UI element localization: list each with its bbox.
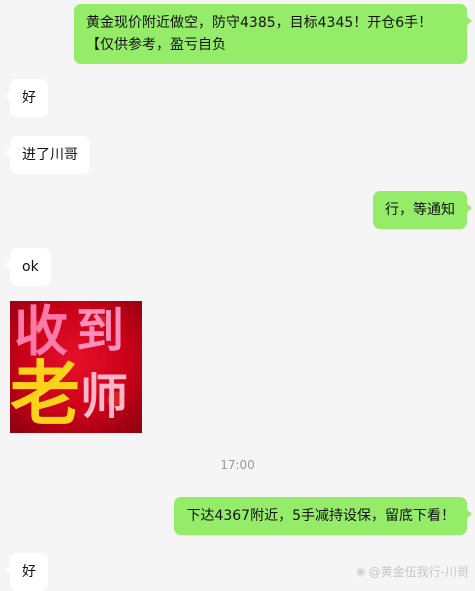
message-text: 下达4367附近，5手减持设保，留底下看！ (186, 508, 455, 524)
sticker-char: 到 (76, 303, 125, 359)
message-text: 黄金现价附近做空，防守4385，目标4345！开仓6手！【仅供参考，盈亏自负 (86, 15, 433, 53)
message-bubble-outgoing[interactable]: 行，等通知 (373, 191, 472, 229)
message-bubble-incoming[interactable]: 好 (5, 79, 48, 117)
message-bubble-incoming[interactable]: 好 (5, 553, 48, 591)
watermark: ◉ @黄金伍我行-川哥 (356, 563, 469, 580)
weibo-icon: ◉ (356, 565, 366, 578)
timestamp: 17:00 (220, 458, 255, 472)
sticker-char: 老 (10, 353, 80, 433)
message-text: 进了川哥 (22, 147, 78, 163)
sticker-char: 收 (14, 301, 68, 363)
message-bubble-incoming[interactable]: 进了川哥 (5, 136, 90, 174)
message-bubble-outgoing[interactable]: 黄金现价附近做空，防守4385，目标4345！开仓6手！【仅供参考，盈亏自负 (74, 4, 472, 64)
sticker-image[interactable]: 收 到 老 师 (10, 301, 142, 433)
message-text: 好 (22, 90, 36, 106)
message-text: ok (22, 259, 39, 275)
message-text: 行，等通知 (385, 202, 455, 218)
chat-window: 黄金现价附近做空，防守4385，目标4345！开仓6手！【仅供参考，盈亏自负 好… (0, 0, 475, 591)
watermark-text: @黄金伍我行-川哥 (368, 565, 469, 579)
message-bubble-incoming[interactable]: ok (5, 248, 51, 286)
message-bubble-outgoing[interactable]: 下达4367附近，5手减持设保，留底下看！ (174, 497, 472, 535)
message-text: 好 (22, 564, 36, 580)
sticker-char: 师 (80, 369, 129, 425)
